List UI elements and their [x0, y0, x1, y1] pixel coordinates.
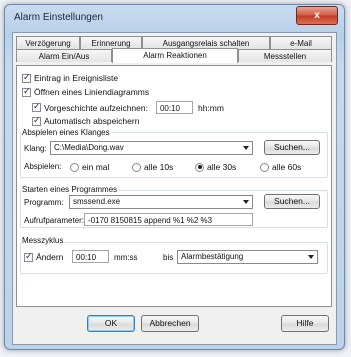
radio-alle-60s-circle[interactable] [260, 162, 269, 172]
eintrag-checkbox[interactable] [22, 72, 31, 83]
radio-alle-10s-label: alle 10s [144, 162, 174, 172]
chevron-down-icon[interactable] [243, 200, 249, 204]
radio-ein-mal-circle[interactable] [70, 162, 79, 172]
help-button[interactable]: Hilfe [281, 315, 329, 332]
tab-strip: Verzögerung Erinnerung Ausgangsrelais sc… [16, 36, 332, 66]
cancel-button[interactable]: Abbrechen [141, 315, 199, 332]
program-group-label: Starten eines Programmes [21, 185, 119, 194]
window-title: Alarm Einstellungen [14, 12, 103, 23]
klang-label: Klang: [24, 144, 47, 153]
abspeichern-label: Automatisch abspeichern [44, 116, 140, 126]
cycle-unit: mm:ss [114, 253, 138, 262]
tab-email[interactable]: e-Mail [270, 36, 332, 49]
vorgeschichte-label: Vorgeschichte aufzeichnen: [44, 102, 148, 113]
vorgeschichte-checkbox[interactable] [32, 101, 41, 112]
cycle-group-label: Messzyklus [21, 236, 65, 245]
chevron-down-icon[interactable] [308, 255, 314, 259]
eintrag-checkbox-row[interactable]: Eintrag in Ereignisliste [22, 72, 119, 83]
bis-label: bis [163, 253, 174, 262]
aendern-checkbox[interactable] [24, 251, 33, 262]
klang-suchen-button[interactable]: Suchen... [264, 140, 320, 155]
close-button[interactable]: x [296, 6, 338, 25]
abspeichern-row[interactable]: Automatisch abspeichern [32, 115, 140, 126]
radio-alle-10s-circle[interactable] [132, 162, 141, 172]
vorgeschichte-unit: hh:mm [197, 102, 224, 113]
klang-value: C:\Media\Dong.wav [54, 143, 124, 152]
klang-combobox[interactable]: C:\Media\Dong.wav [50, 141, 253, 155]
oeffnen-checkbox[interactable] [22, 86, 31, 97]
tab-verzoegerung[interactable]: Verzögerung [16, 36, 80, 49]
radio-alle-30s-label: alle 30s [207, 162, 237, 172]
radio-alle-10s[interactable]: alle 10s [132, 162, 173, 172]
radio-ein-mal[interactable]: ein mal [70, 162, 109, 172]
radio-ein-mal-label: ein mal [82, 162, 110, 172]
tab-page-alarm-reaktionen: Eintrag in Ereignisliste Öffnen eines Li… [16, 65, 332, 307]
vorgeschichte-row[interactable]: Vorgeschichte aufzeichnen: 00:10 hh:mm [32, 101, 224, 114]
title-bar[interactable]: Alarm Einstellungen x [5, 5, 344, 31]
param-label: Aufrufparameter: [24, 216, 85, 225]
param-input[interactable]: -0170 8150815 append %1 %2 %3 [84, 213, 253, 226]
programm-value: smssend.exe [73, 197, 121, 206]
eintrag-label: Eintrag in Ereignisliste [34, 73, 119, 83]
programm-suchen-button[interactable]: Suchen... [264, 194, 320, 209]
tab-alarm-reaktionen[interactable]: Alarm Reaktionen [112, 48, 238, 63]
cycle-input[interactable]: 00:10 [72, 250, 109, 263]
aendern-row[interactable]: Ändern [24, 251, 64, 262]
dialog-client: Verzögerung Erinnerung Ausgangsrelais sc… [12, 32, 337, 345]
programm-combobox[interactable]: smssend.exe [69, 195, 253, 209]
programm-label: Programm: [24, 198, 64, 207]
alarm-settings-window: Alarm Einstellungen x Verzögerung Erinne… [4, 4, 345, 350]
abspeichern-checkbox[interactable] [32, 115, 41, 126]
ok-button[interactable]: OK [87, 315, 135, 332]
abspielen-label: Abspielen: [24, 162, 62, 171]
bis-combobox[interactable]: Alarmbestätigung [177, 250, 318, 264]
tab-alarm-ein-aus[interactable]: Alarm Ein/Aus [16, 49, 112, 62]
radio-alle-30s-circle[interactable] [195, 162, 204, 172]
radio-alle-30s[interactable]: alle 30s [195, 162, 236, 172]
tab-messstellen[interactable]: Messstellen [238, 49, 332, 62]
oeffnen-label: Öffnen eines Liniendiagramms [34, 87, 150, 97]
sound-group-label: Abspielen eines Klanges [21, 128, 111, 137]
bis-value: Alarmbestätigung [181, 252, 244, 261]
oeffnen-checkbox-row[interactable]: Öffnen eines Liniendiagramms [22, 86, 150, 97]
radio-alle-60s[interactable]: alle 60s [260, 162, 301, 172]
vorgeschichte-input[interactable]: 00:10 [155, 101, 193, 114]
aendern-label: Ändern [36, 252, 64, 262]
chevron-down-icon[interactable] [243, 146, 249, 150]
radio-alle-60s-label: alle 60s [272, 162, 302, 172]
close-icon: x [314, 10, 320, 21]
